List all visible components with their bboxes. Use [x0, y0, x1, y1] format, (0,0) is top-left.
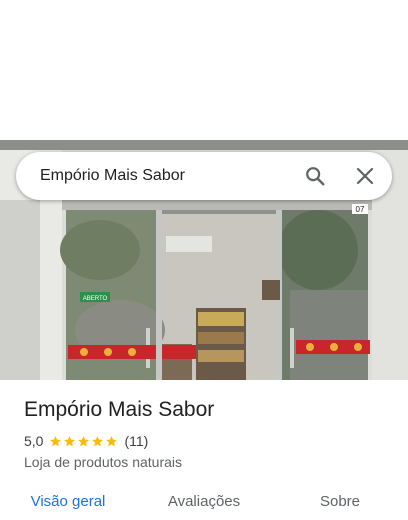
place-tabs: Visão geral Avaliações Sobre	[0, 484, 408, 520]
rating-row[interactable]: 5,0 (11)	[24, 433, 148, 449]
place-category[interactable]: Loja de produtos naturais	[24, 454, 182, 470]
search-input[interactable]: Empório Mais Sabor	[40, 167, 298, 185]
tab-reviews[interactable]: Avaliações	[136, 484, 272, 520]
place-info-panel: Empório Mais Sabor 5,0 (11) Loja de prod…	[0, 380, 408, 520]
star-icon	[64, 435, 76, 446]
storefront-number: 07	[356, 205, 365, 214]
search-button[interactable]	[298, 159, 332, 193]
star-icon	[106, 435, 118, 446]
tab-overview[interactable]: Visão geral	[0, 484, 136, 520]
search-bar[interactable]: Empório Mais Sabor	[16, 152, 392, 200]
star-icon	[78, 435, 90, 446]
rating-value: 5,0	[24, 433, 44, 449]
reviews-count[interactable]: (11)	[124, 433, 148, 449]
star-icon	[50, 435, 62, 446]
star-icon	[92, 435, 104, 446]
close-icon	[356, 167, 374, 185]
rating-stars	[49, 435, 118, 448]
close-button[interactable]	[348, 159, 382, 193]
door-sign-text: ABERTO	[83, 296, 108, 302]
tab-about[interactable]: Sobre	[272, 484, 408, 520]
place-title: Empório Mais Sabor	[24, 398, 215, 421]
search-icon	[306, 167, 325, 186]
